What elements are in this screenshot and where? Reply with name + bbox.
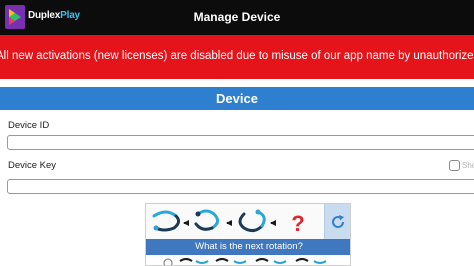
captcha-options[interactable] — [146, 255, 351, 266]
rotation-captcha: ? What is the next rotation? — [145, 203, 351, 266]
captcha-question: What is the next rotation? — [146, 239, 350, 255]
panel-title: Device — [0, 87, 474, 110]
top-bar: DuplexPlay Manage Device — [0, 0, 474, 35]
refresh-icon — [332, 214, 345, 228]
rotation-sequence-image: ? — [146, 204, 323, 239]
device-id-label: Device ID — [8, 120, 50, 131]
device-id-input[interactable] — [7, 135, 474, 150]
device-key-input[interactable] — [7, 179, 474, 194]
svg-text:?: ? — [291, 211, 304, 236]
page-title: Manage Device — [193, 10, 281, 24]
warning-banner: All new activations (new licenses) are d… — [0, 35, 474, 79]
show-key-label: Show — [462, 161, 474, 170]
refresh-captcha-button[interactable] — [324, 204, 350, 239]
warning-text: All new activations (new licenses) are d… — [0, 50, 474, 62]
show-key-checkbox[interactable] — [449, 160, 460, 171]
device-key-label: Device Key — [8, 160, 57, 171]
show-key-toggle[interactable]: Show — [449, 160, 474, 172]
